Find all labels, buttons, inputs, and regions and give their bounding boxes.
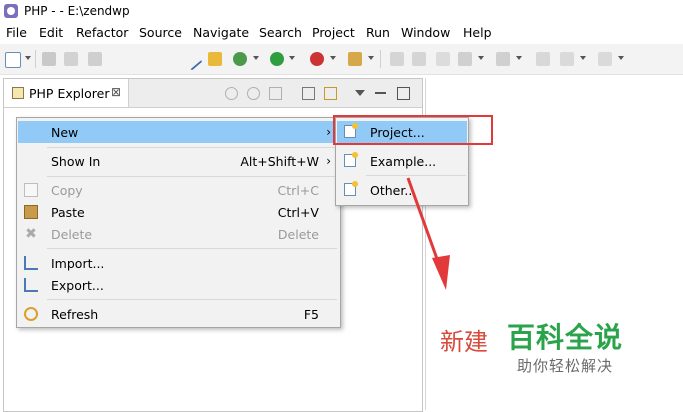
watermark-brand: 百科全说 bbox=[507, 321, 624, 354]
arrow-shaft bbox=[406, 177, 443, 271]
watermark-left-text: 新建 bbox=[440, 328, 488, 356]
arrow-head bbox=[432, 255, 450, 290]
watermark-slogan: 助你轻松解决 bbox=[517, 357, 614, 375]
